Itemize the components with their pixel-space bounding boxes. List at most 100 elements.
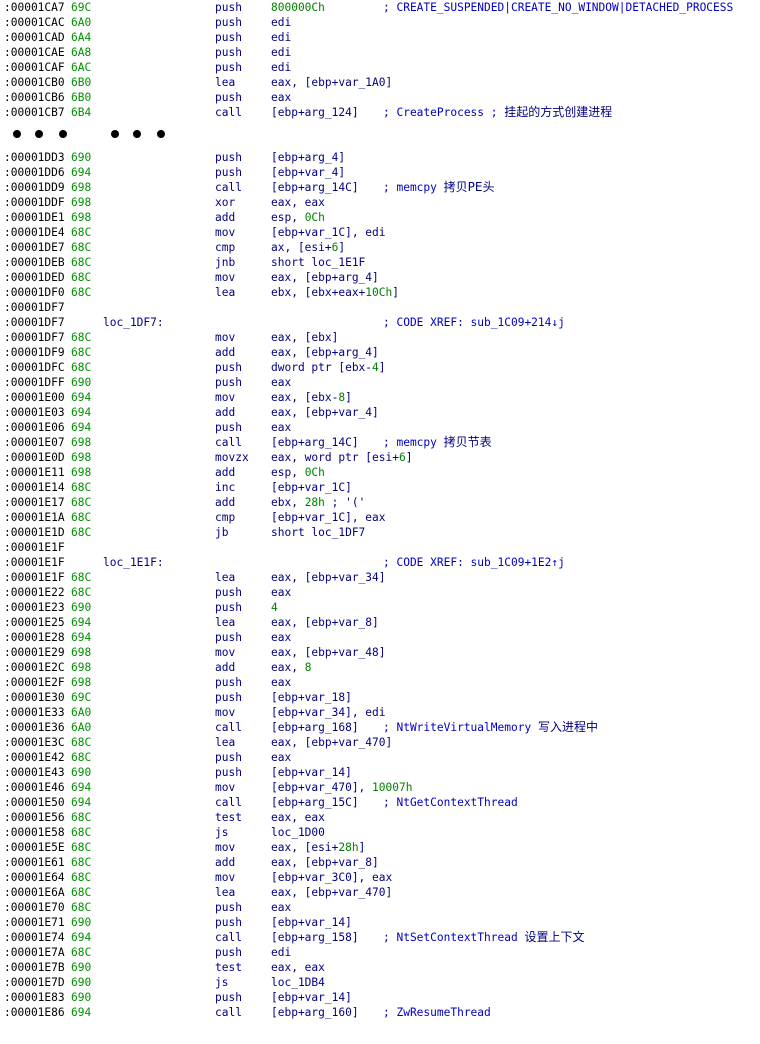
code-line: :00001E17 68C add ebx, 28h ; '(' [0, 495, 760, 510]
stack-pointer: 68C [71, 586, 92, 599]
comment: ; memcpy 拷贝节表 [383, 435, 492, 449]
operand: loc_1DB4 [271, 976, 325, 989]
address: :00001E03 [4, 406, 65, 419]
address: :00001E0D [4, 451, 65, 464]
operand: [ebp+var_1C] [271, 481, 352, 494]
address: :00001CB0 [4, 76, 65, 89]
code-line: :00001E5E 68C mov eax, [esi+28h] [0, 840, 760, 855]
address: :00001E1F [4, 556, 65, 569]
operand: ebx, [ebx+eax+10Ch] [271, 286, 399, 299]
stack-pointer: 68C [71, 271, 92, 284]
operand: [ebp+var_1C], edi [271, 226, 386, 239]
stack-pointer: 698 [71, 181, 92, 194]
address: :00001E23 [4, 601, 65, 614]
stack-pointer: 698 [71, 196, 92, 209]
operand: eax, [esi+28h] [271, 841, 366, 854]
address: :00001CB6 [4, 91, 65, 104]
operand: eax [271, 631, 292, 644]
code-line: :00001E50 694 call [ebp+arg_15C] ; NtGetCont… [0, 795, 760, 810]
address: :00001CAF [4, 61, 65, 74]
stack-pointer: 6B0 [71, 76, 92, 89]
mnemonic: push [215, 151, 242, 164]
stack-pointer: 694 [71, 166, 92, 179]
address: :00001E1A [4, 511, 65, 524]
operand: dword ptr [ebx-4] [271, 361, 386, 374]
code-line: :00001E03 694 add eax, [ebp+var_4] [0, 405, 760, 420]
code-line: :00001E29 698 mov eax, [ebp+var_48] [0, 645, 760, 660]
mnemonic: test [215, 811, 242, 824]
stack-pointer: 698 [71, 466, 92, 479]
code-line: :00001E86 694 call [ebp+arg_160] ; ZwResumeT… [0, 1005, 760, 1020]
stack-pointer: 69C [71, 691, 92, 704]
code-line: :00001CAE 6A8 push edi [0, 45, 760, 60]
code-line: :00001E71 690 push [ebp+var_14] [0, 915, 760, 930]
stack-pointer: 6AC [71, 61, 92, 74]
operand: eax [271, 751, 292, 764]
stack-pointer: 68C [71, 331, 92, 344]
stack-pointer: 68C [71, 361, 92, 374]
operand: [ebp+var_3C0], eax [271, 871, 393, 884]
operand: [ebp+var_470], 10007h [271, 781, 413, 794]
operand: eax [271, 901, 292, 914]
stack-pointer: 68C [71, 226, 92, 239]
code-line: :00001DE1 698 add esp, 0Ch [0, 210, 760, 225]
mnemonic: push [215, 601, 242, 614]
code-block-create-process: :00001CA7 69C push 800000Ch ; CREATE_SUSPEND… [0, 0, 760, 120]
address: :00001DF9 [4, 346, 65, 359]
mnemonic: cmp [215, 511, 236, 524]
stack-pointer: 698 [71, 661, 92, 674]
code-line: :00001E43 690 push [ebp+var_14] [0, 765, 760, 780]
operand: eax, [ebx] [271, 331, 339, 344]
operand: [ebp+var_14] [271, 916, 352, 929]
code-line: :00001CB6 6B0 push eax [0, 90, 760, 105]
stack-pointer: 694 [71, 781, 92, 794]
operand: [ebp+var_34], edi [271, 706, 386, 719]
code-line: :00001DF7 loc_1DF7: ; CODE XREF: sub_1C09+… [0, 315, 760, 330]
code-line: :00001E7D 690 js loc_1DB4 [0, 975, 760, 990]
address: :00001E00 [4, 391, 65, 404]
stack-pointer: 68C [71, 526, 92, 539]
stack-pointer: 68C [71, 901, 92, 914]
code-line: :00001E25 694 lea eax, [ebp+var_8] [0, 615, 760, 630]
code-line: :00001E14 68C inc [ebp+var_1C] [0, 480, 760, 495]
mnemonic: push [215, 61, 242, 74]
operand: eax, [ebp+var_8] [271, 856, 379, 869]
stack-pointer: 69C [71, 1, 92, 14]
ellipsis-dot [111, 130, 119, 138]
mnemonic: call [215, 181, 242, 194]
code-line: :00001DD6 694 push [ebp+var_4] [0, 165, 760, 180]
address: :00001DF7 [4, 316, 65, 329]
stack-pointer: 690 [71, 766, 92, 779]
mnemonic: push [215, 16, 242, 29]
mnemonic: js [215, 826, 229, 839]
mnemonic: lea [215, 571, 236, 584]
code-line: :00001E56 68C test eax, eax [0, 810, 760, 825]
code-line: :00001E1F 68C lea eax, [ebp+var_34] [0, 570, 760, 585]
operand: [ebp+arg_168] [271, 721, 359, 734]
address: :00001E74 [4, 931, 65, 944]
comment-note: 拷贝PE头 [443, 180, 495, 194]
mnemonic: push [215, 946, 242, 959]
code-line: :00001E58 68C js loc_1D00 [0, 825, 760, 840]
code-line: :00001E1F loc_1E1F: ; CODE XREF: sub_1C09+… [0, 555, 760, 570]
operand: [ebp+var_14] [271, 991, 352, 1004]
stack-pointer: 6A8 [71, 46, 92, 59]
code-line: :00001DE7 68C cmp ax, [esi+6] [0, 240, 760, 255]
address: :00001E7A [4, 946, 65, 959]
address: :00001CAE [4, 46, 65, 59]
address: :00001DD6 [4, 166, 65, 179]
mnemonic: call [215, 931, 242, 944]
comment: ; CreateProcess ; 挂起的方式创建进程 [383, 105, 613, 119]
stack-pointer: 694 [71, 406, 92, 419]
stack-pointer: 698 [71, 451, 92, 464]
mnemonic: mov [215, 271, 236, 284]
code-line: :00001E23 690 push 4 [0, 600, 760, 615]
operand: short loc_1DF7 [271, 526, 366, 539]
address: :00001E42 [4, 751, 65, 764]
ellipsis-dot [59, 130, 67, 138]
address: :00001E46 [4, 781, 65, 794]
stack-pointer: 690 [71, 916, 92, 929]
operand: eax, [ebp+var_34] [271, 571, 386, 584]
operand: eax, word ptr [esi+6] [271, 451, 413, 464]
code-line: :00001DDF 698 xor eax, eax [0, 195, 760, 210]
